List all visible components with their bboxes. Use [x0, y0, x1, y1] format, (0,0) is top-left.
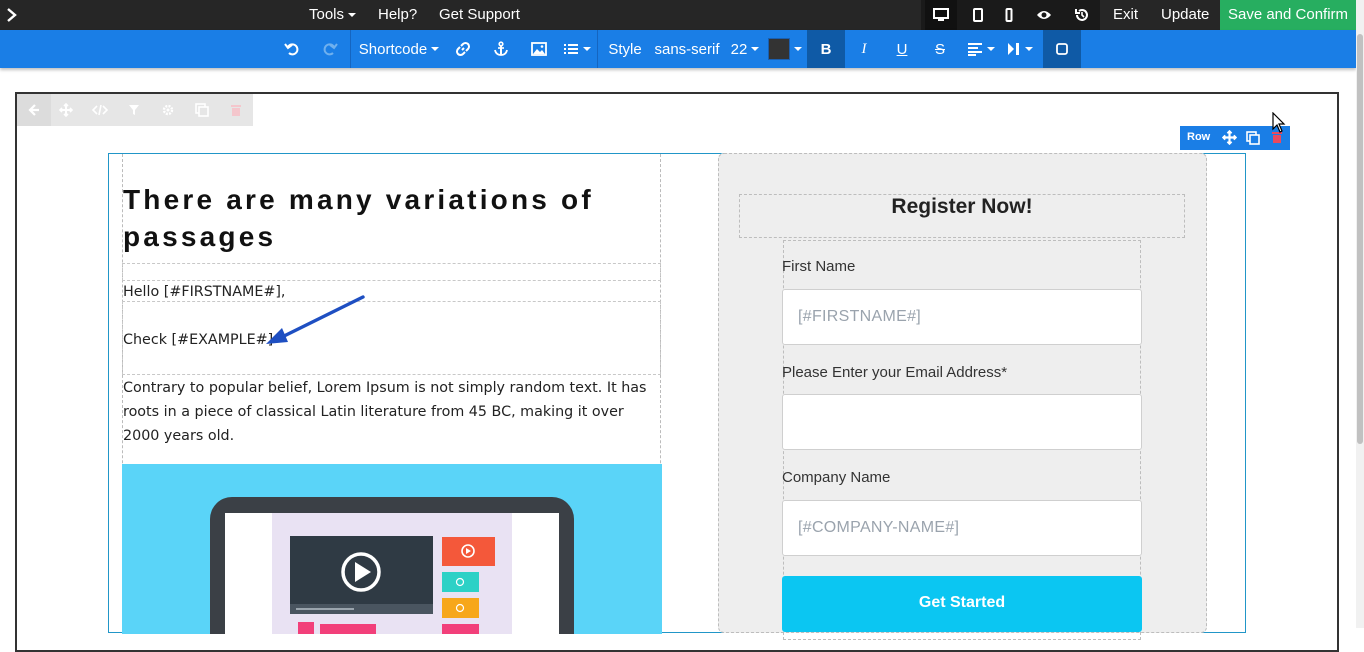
get-support-link[interactable]: Get Support	[439, 0, 520, 30]
save-and-confirm-button[interactable]: Save and Confirm	[1220, 0, 1356, 30]
source-view-button[interactable]	[1043, 30, 1081, 68]
exit-button[interactable]: Exit	[1113, 0, 1138, 30]
mobile-view-button[interactable]	[993, 0, 1025, 30]
italic-button[interactable]: I	[845, 30, 883, 68]
video-illustration[interactable]	[122, 464, 662, 634]
shortcode-label: Shortcode	[358, 40, 428, 58]
style-dropdown[interactable]: Style	[607, 30, 643, 68]
anchor-button[interactable]	[490, 30, 512, 68]
check-text[interactable]: Check [#EXAMPLE#]	[123, 328, 273, 352]
trash-icon	[231, 105, 241, 116]
caret-down-icon	[987, 47, 995, 51]
link-icon	[455, 41, 471, 57]
eye-icon	[1037, 11, 1051, 19]
tools-menu[interactable]: Tools	[309, 0, 357, 30]
indent-dropdown[interactable]	[1003, 30, 1037, 68]
arrow-left-icon	[28, 104, 39, 116]
font-size-select[interactable]: 22	[728, 30, 762, 68]
mouse-cursor-icon	[1272, 112, 1286, 133]
move-icon	[1221, 129, 1238, 146]
code-icon	[92, 104, 108, 116]
copy-icon	[1246, 131, 1260, 145]
update-button[interactable]: Update	[1161, 0, 1209, 30]
code-button[interactable]	[83, 94, 117, 126]
move-element-button[interactable]	[49, 94, 83, 126]
tools-label: Tools	[309, 6, 345, 23]
caret-down-icon	[431, 47, 440, 51]
image-button[interactable]	[528, 30, 550, 68]
desktop-view-button[interactable]	[925, 0, 957, 30]
history-button[interactable]	[1066, 0, 1098, 30]
video-player-illustration-icon	[210, 497, 574, 634]
delete-element-button[interactable]	[219, 94, 253, 126]
company-name-field[interactable]: [#COMPANY-NAME#]	[782, 500, 1142, 556]
duplicate-element-button[interactable]	[185, 94, 219, 126]
tablet-view-button[interactable]	[962, 0, 994, 30]
device-preview-group	[921, 0, 1100, 30]
row-move-button[interactable]	[1221, 129, 1238, 148]
text-color-picker[interactable]	[767, 30, 803, 68]
undo-icon	[284, 43, 299, 56]
caret-down-icon	[583, 47, 591, 51]
move-icon	[59, 103, 73, 117]
indent-icon	[1008, 43, 1019, 55]
redo-button[interactable]	[318, 30, 342, 68]
align-dropdown[interactable]	[963, 30, 999, 68]
get-started-button[interactable]: Get Started	[782, 576, 1142, 632]
history-icon	[1075, 9, 1088, 21]
anchor-icon	[494, 41, 508, 56]
shortcode-dropdown[interactable]: Shortcode	[358, 30, 440, 68]
filter-button[interactable]	[117, 94, 151, 126]
first-name-field[interactable]: [#FIRSTNAME#]	[782, 289, 1142, 345]
annotation-arrow-icon	[266, 295, 365, 344]
link-button[interactable]	[452, 30, 474, 68]
list-icon	[564, 44, 578, 54]
caret-down-icon	[751, 47, 760, 51]
formatting-toolbar: Shortcode Style sans-serif 22 B I U S	[0, 30, 1356, 68]
strikethrough-button[interactable]: S	[921, 30, 959, 68]
align-left-icon	[968, 43, 982, 56]
font-size-value: 22	[730, 40, 748, 58]
preview-button[interactable]	[1028, 0, 1060, 30]
bold-button[interactable]: B	[807, 30, 845, 68]
company-name-label: Company Name	[782, 469, 891, 486]
select-parent-button[interactable]	[17, 94, 51, 126]
page-headline[interactable]: There are many variations of passages	[123, 181, 653, 255]
email-label: Please Enter your Email Address*	[782, 364, 1008, 381]
caret-down-icon	[1025, 47, 1033, 51]
tablet-icon	[973, 8, 983, 22]
filter-icon	[129, 105, 139, 115]
first-name-label: First Name	[782, 258, 856, 275]
row-label[interactable]: Row	[1187, 131, 1210, 143]
chevron-right-icon	[7, 8, 17, 22]
register-heading[interactable]: Register Now!	[739, 194, 1185, 238]
text-color-swatch	[768, 38, 790, 60]
undo-button[interactable]	[280, 30, 304, 68]
body-paragraph[interactable]: Contrary to popular belief, Lorem Ipsum …	[123, 376, 658, 448]
spacer-block	[122, 263, 661, 281]
settings-button[interactable]	[151, 94, 185, 126]
top-bar: Tools Help? Get Support Exit Update Save…	[0, 0, 1364, 30]
square-icon	[1056, 43, 1068, 55]
desktop-icon	[933, 8, 949, 21]
gear-icon	[162, 104, 174, 116]
email-field[interactable]	[782, 394, 1142, 450]
copy-icon	[195, 103, 209, 117]
redo-icon	[323, 43, 338, 56]
expand-panel-button[interactable]	[6, 0, 18, 30]
help-link[interactable]: Help?	[378, 0, 417, 30]
caret-down-icon	[348, 13, 357, 18]
image-icon	[531, 42, 547, 56]
scrollbar-thumb[interactable]	[1357, 34, 1363, 444]
caret-down-icon	[794, 47, 802, 51]
font-family-select[interactable]: sans-serif	[654, 30, 720, 68]
underline-button[interactable]: U	[883, 30, 921, 68]
row-duplicate-button[interactable]	[1246, 131, 1260, 148]
list-dropdown[interactable]	[562, 30, 592, 68]
element-toolbar	[17, 94, 253, 126]
mobile-icon	[1005, 8, 1013, 22]
